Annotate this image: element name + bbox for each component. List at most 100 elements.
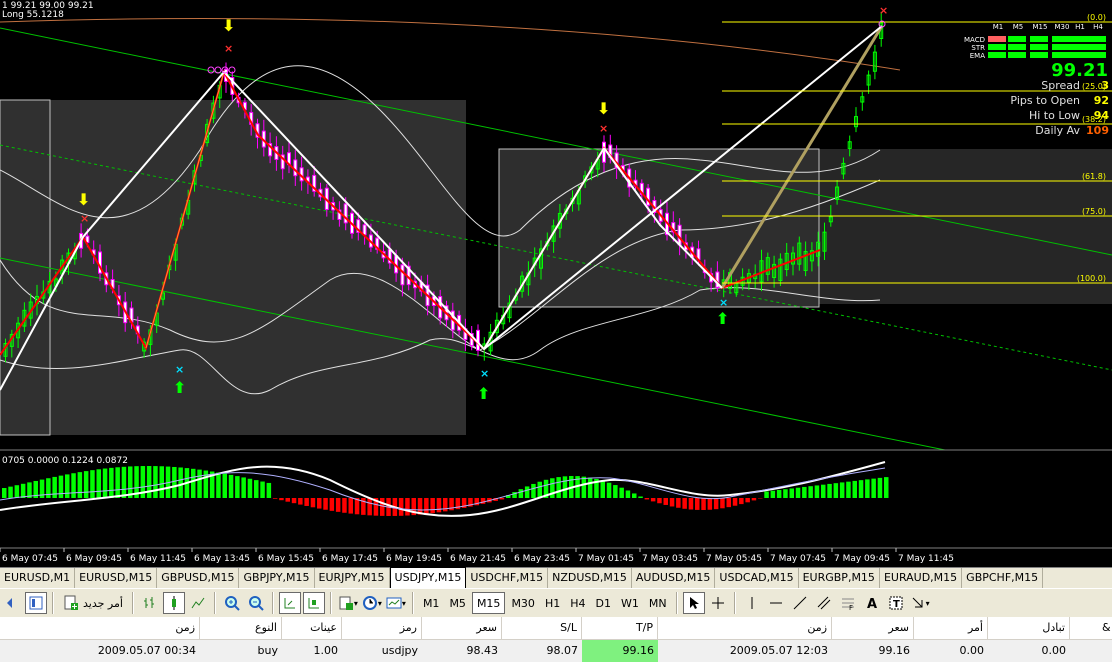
text-icon[interactable]: A <box>861 592 883 614</box>
line-chart-icon[interactable] <box>187 592 209 614</box>
period-button[interactable]: H1 <box>541 592 564 614</box>
chart-tab[interactable]: EURGBP,M15 <box>799 568 880 588</box>
histogram-bar <box>884 477 889 498</box>
periods-clock-icon[interactable]: ▾ <box>361 592 383 614</box>
moving-average-line <box>0 17 901 71</box>
arrows-icon[interactable]: ▾ <box>909 592 931 614</box>
row-commission: 0.00 <box>959 644 985 657</box>
histogram-bar <box>304 498 309 506</box>
chart-tab[interactable]: GBPUSD,M15 <box>157 568 240 588</box>
period-button[interactable]: M5 <box>445 592 470 614</box>
histogram-bar <box>96 469 101 498</box>
header-commission[interactable]: أمر <box>914 617 988 639</box>
period-button[interactable]: H4 <box>566 592 589 614</box>
equidistant-channel-icon[interactable] <box>813 592 835 614</box>
header-close-time[interactable]: زمن <box>658 617 832 639</box>
info-row-label: Hi to Low <box>1029 109 1080 122</box>
histogram-bar <box>172 466 177 498</box>
zoom-in-icon[interactable] <box>221 592 243 614</box>
chart-shift-icon[interactable] <box>302 592 325 614</box>
text-label-icon[interactable]: T <box>885 592 907 614</box>
chart-tab[interactable]: GBPCHF,M15 <box>962 568 1044 588</box>
vertical-line-icon[interactable] <box>741 592 763 614</box>
chart-tab[interactable]: EURUSD,M1 <box>0 568 76 588</box>
row-tp: 99.16 <box>582 640 658 662</box>
histogram-bar <box>398 498 404 516</box>
chart-tab[interactable]: GBPJPY,M15 <box>239 568 315 588</box>
histogram-bar <box>405 498 410 516</box>
auto-scroll-icon[interactable] <box>278 592 301 614</box>
chart-tab[interactable]: EURUSD,M15 <box>75 568 158 588</box>
cursor-icon[interactable] <box>682 592 705 614</box>
histogram-bar <box>436 498 442 513</box>
chart-tab[interactable]: EURAUD,M15 <box>880 568 963 588</box>
histogram-bar <box>613 485 618 498</box>
histogram-bar <box>146 466 152 498</box>
crosshair-icon[interactable] <box>707 592 729 614</box>
navigator-toggle-icon[interactable] <box>25 592 47 614</box>
dashboard-cell <box>1008 52 1026 58</box>
header-size[interactable]: عينات <box>282 617 342 639</box>
candle-body <box>400 264 405 286</box>
header-type[interactable]: النوع <box>200 617 282 639</box>
chart-tab[interactable]: USDCHF,M15 <box>466 568 549 588</box>
period-button[interactable]: M30 <box>507 592 539 614</box>
histogram-bar <box>228 474 234 498</box>
header-swap[interactable]: تبادل <box>988 617 1070 639</box>
x-marker: × <box>224 42 233 55</box>
period-button[interactable]: W1 <box>617 592 643 614</box>
row-time: 2009.05.07 00:34 <box>97 644 196 657</box>
header-more[interactable]: & <box>1098 617 1112 639</box>
header-close-price[interactable]: سعر <box>832 617 914 639</box>
header-tp[interactable]: T/P <box>582 617 658 639</box>
histogram-bar <box>58 475 64 498</box>
header-price[interactable]: سعر <box>422 617 502 639</box>
bar-chart-icon[interactable] <box>139 592 161 614</box>
info-row-label: Spread <box>1041 79 1080 92</box>
chart-tab[interactable]: USDCAD,M15 <box>715 568 799 588</box>
chart-toolbar: أمر جديد ▾ ▾ ▾ M1 M5 M15 M30 H1 H4 D1 W1 MN F A … <box>0 588 1112 618</box>
histogram-bar <box>121 466 127 498</box>
zoom-out-icon[interactable] <box>245 592 267 614</box>
header-sl[interactable]: S/L <box>502 617 582 639</box>
histogram-bar <box>663 498 668 505</box>
period-button[interactable]: D1 <box>592 592 615 614</box>
x-marker: × <box>879 4 888 17</box>
chart-info-line2: Long 55.1218 <box>2 10 64 20</box>
dashboard-cell <box>988 44 1006 50</box>
time-label: 7 May 03:45 <box>642 554 698 564</box>
row-close-price: 99.16 <box>878 644 911 657</box>
histogram-bar <box>159 466 164 498</box>
fibonacci-icon[interactable]: F <box>837 592 859 614</box>
time-label: 7 May 07:45 <box>770 554 826 564</box>
chart-tab[interactable]: NZDUSD,M15 <box>548 568 632 588</box>
down-arrow-marker: ⬇ <box>77 190 90 209</box>
chart-tab[interactable]: USDJPY,M15 <box>389 567 467 588</box>
dashboard-cell <box>1008 44 1026 50</box>
templates-icon[interactable]: ▾ <box>385 592 407 614</box>
histogram-bar <box>298 498 303 505</box>
chart-tab[interactable]: AUDUSD,M15 <box>632 568 716 588</box>
new-order-button[interactable]: أمر جديد <box>59 592 127 614</box>
histogram-bar <box>499 498 505 500</box>
histogram-bar <box>342 498 347 513</box>
period-button[interactable]: M15 <box>471 592 506 614</box>
horizontal-line-icon[interactable] <box>765 592 787 614</box>
chart-tab[interactable]: EURJPY,M15 <box>315 568 390 588</box>
histogram-bar <box>77 472 83 498</box>
header-time[interactable]: زمن <box>30 617 200 639</box>
period-button[interactable]: M1 <box>419 592 444 614</box>
trendline-icon[interactable] <box>789 592 811 614</box>
histogram-bar <box>770 490 776 498</box>
crosshair-left-icon[interactable] <box>1 592 23 614</box>
candlestick-chart-icon[interactable] <box>162 592 185 614</box>
price-chart[interactable]: (0.0)(25.0)(38.2)(61.8)(75.0)(100.0) ⬇ ⬇… <box>0 0 1112 567</box>
table-row[interactable]: 2009.05.07 00:34 buy 1.00 usdjpy 98.43 9… <box>0 639 1112 662</box>
time-label: 7 May 11:45 <box>898 554 954 564</box>
histogram-bar <box>821 484 826 498</box>
histogram-bar <box>20 483 26 498</box>
period-button[interactable]: MN <box>645 592 671 614</box>
macd-signal-line <box>0 461 886 517</box>
indicators-icon[interactable]: ▾ <box>337 592 359 614</box>
header-symbol[interactable]: رمز <box>342 617 422 639</box>
